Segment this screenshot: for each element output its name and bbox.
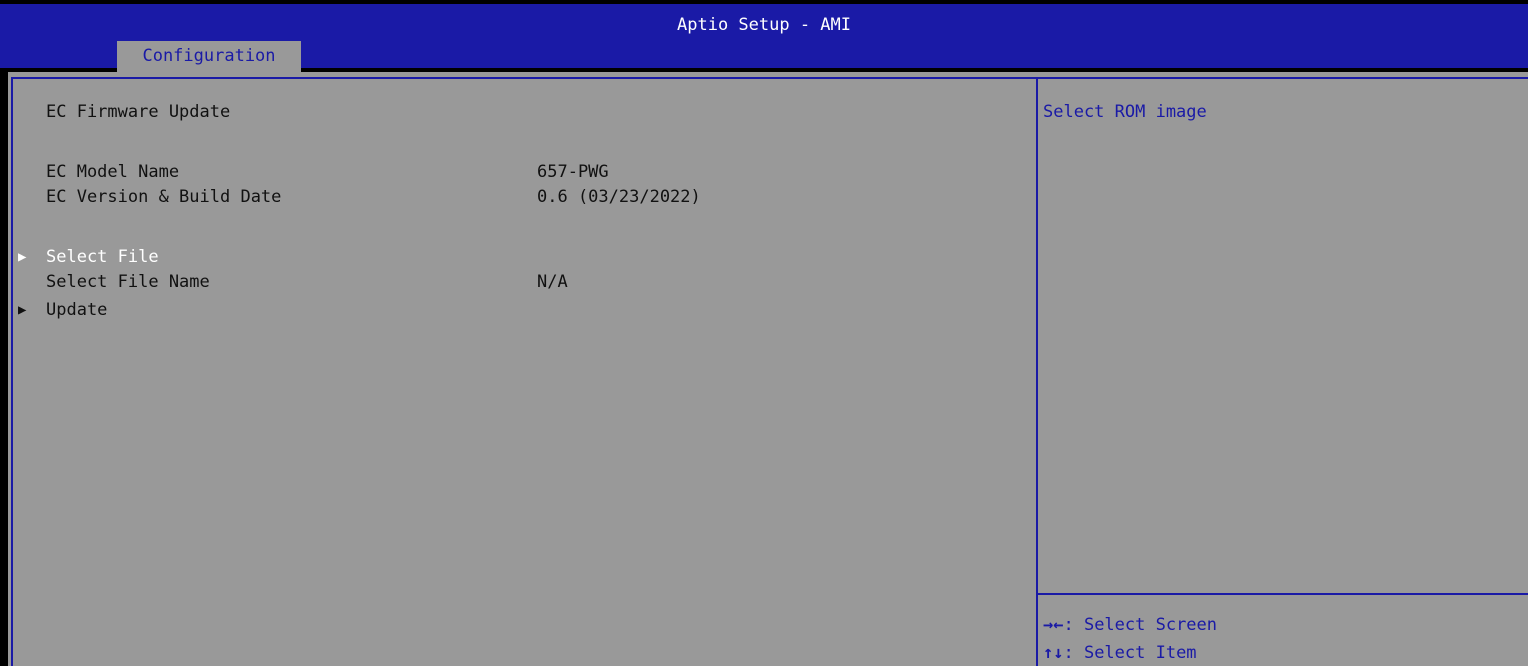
select-file-item[interactable]: Select File: [46, 245, 159, 269]
ec-version-build-date-value: 0.6 (03/23/2022): [537, 187, 701, 207]
left-right-arrows-icon: →←: [1043, 615, 1064, 635]
ec-model-name-value: 657-PWG: [537, 162, 609, 182]
title-bar: Aptio Setup - AMI Configuration: [0, 4, 1528, 72]
help-description: Select ROM image: [1043, 102, 1207, 122]
ec-model-name-label: EC Model Name: [46, 162, 180, 182]
section-title: EC Firmware Update: [46, 102, 231, 122]
help-keys-divider: [1038, 593, 1528, 595]
up-down-arrows-icon: ↑↓: [1043, 643, 1064, 663]
ec-version-build-date-label: EC Version & Build Date: [46, 187, 282, 207]
frame-border-left: [11, 77, 13, 666]
select-file-arrow-icon: ▶: [18, 249, 27, 265]
main-frame: [8, 72, 1528, 666]
key-hint-text: : Select Item: [1063, 643, 1197, 663]
app-title: Aptio Setup - AMI: [677, 15, 851, 35]
select-file-name-value: N/A: [537, 272, 568, 292]
help-panel-divider: [1036, 77, 1038, 666]
key-hint-select-screen: →←: Select Screen: [1043, 613, 1217, 637]
update-item[interactable]: Update: [46, 298, 107, 322]
update-arrow-icon: ▶: [18, 302, 27, 318]
tab-configuration[interactable]: Configuration: [117, 41, 301, 72]
key-hint-text: : Select Screen: [1063, 615, 1218, 635]
key-hint-select-item: ↑↓: Select Item: [1043, 641, 1197, 665]
frame-border-top: [11, 77, 1528, 79]
select-file-name-label: Select File Name: [46, 272, 210, 292]
